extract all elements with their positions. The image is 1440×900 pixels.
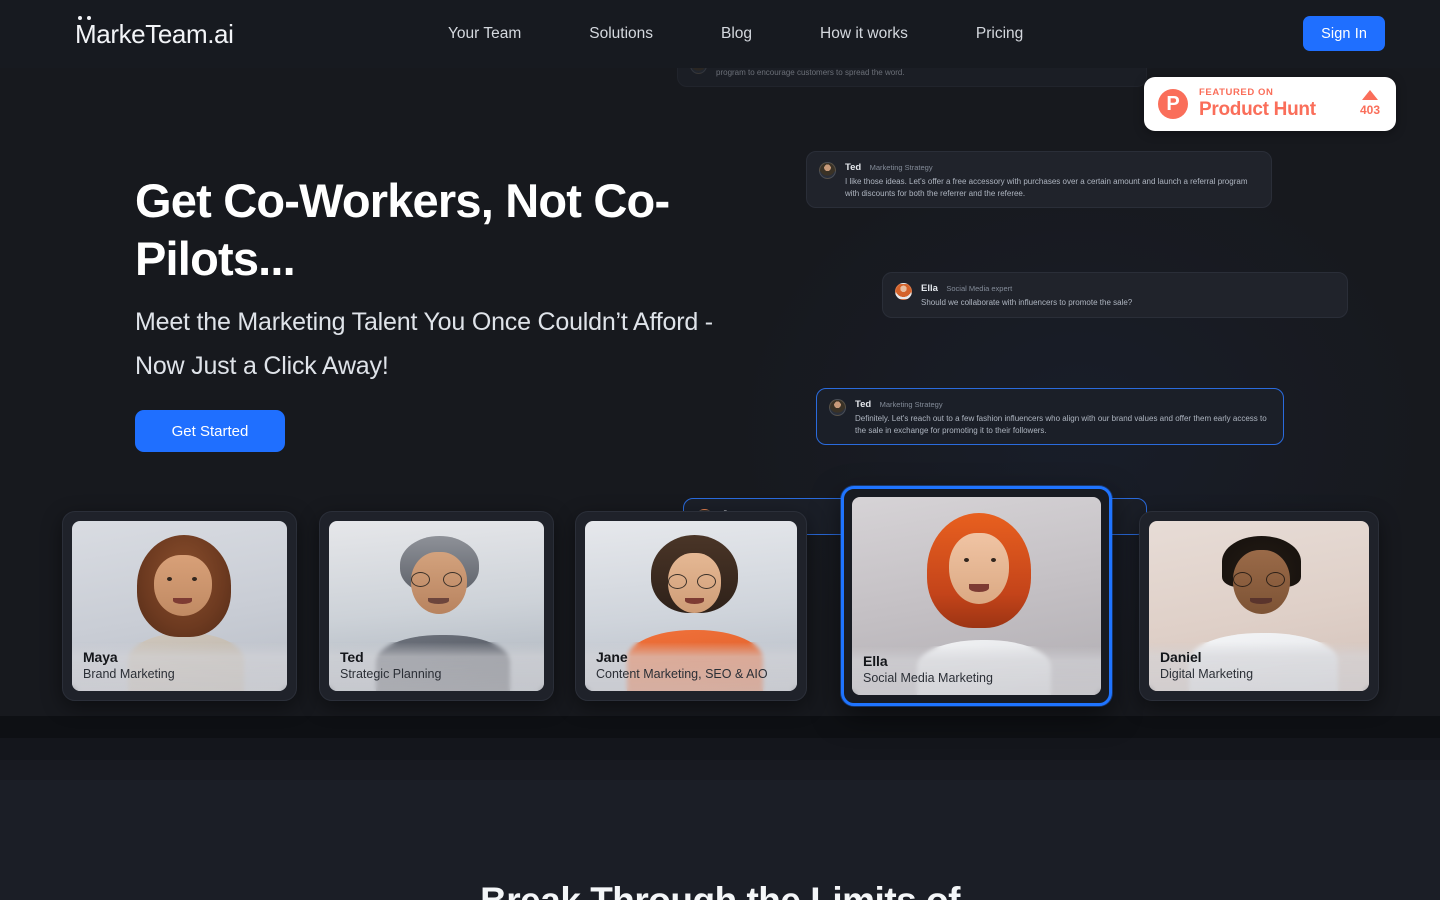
- team-card-ted[interactable]: Ted Strategic Planning: [319, 511, 554, 701]
- team-member-name: Daniel: [1160, 649, 1202, 665]
- landing-page: MarkeTeam.ai Your Team Solutions Blog Ho…: [0, 0, 1440, 900]
- team-card-label: Ella Social Media Marketing: [852, 646, 1101, 695]
- avatar: [895, 283, 912, 300]
- nav-item-pricing[interactable]: Pricing: [942, 17, 1057, 51]
- nav-item-how-it-works[interactable]: How it works: [786, 17, 942, 51]
- hero-title: Get Co-Workers, Not Co-Pilots...: [135, 174, 670, 285]
- team-member-role: Digital Marketing: [1160, 667, 1254, 681]
- team-card-label: Jane Content Marketing, SEO & AIO: [585, 642, 797, 691]
- chat-author-role: Marketing Strategy: [879, 400, 943, 409]
- sign-in-button[interactable]: Sign In: [1303, 16, 1385, 51]
- team-card-inner: Daniel Digital Marketing: [1149, 521, 1369, 691]
- team-member-name: Maya: [83, 649, 118, 665]
- team-member-name: Ella: [863, 653, 888, 669]
- chat-bubble-meta: Ella Social Media expert: [921, 281, 1335, 294]
- chat-bubble-ted-ideas: Ted Marketing Strategy I like those idea…: [806, 151, 1272, 208]
- avatar: [829, 399, 846, 416]
- logo-text: MarkeTeam.ai: [75, 19, 234, 49]
- chat-bubble-text: Should we collaborate with influencers t…: [921, 298, 1133, 307]
- logo-people-dots-icon: [78, 16, 98, 24]
- chat-author-role: Marketing Strategy: [869, 163, 933, 172]
- nav-link-your-team[interactable]: Your Team: [448, 17, 521, 51]
- chat-author-role: Social Media expert: [946, 284, 1013, 293]
- team-card-inner: Ted Strategic Planning: [329, 521, 544, 691]
- team-member-role: Brand Marketing: [83, 667, 175, 681]
- site-header: MarkeTeam.ai Your Team Solutions Blog Ho…: [0, 0, 1440, 68]
- section-divider-band-3: [0, 760, 1440, 780]
- product-hunt-upvote-count: 403: [1359, 103, 1380, 117]
- nav-link-solutions[interactable]: Solutions: [589, 17, 653, 51]
- hero-section: Get Co-Workers, Not Co-Pilots... Meet th…: [135, 172, 755, 452]
- team-card-daniel[interactable]: Daniel Digital Marketing: [1139, 511, 1379, 701]
- logo[interactable]: MarkeTeam.ai: [75, 16, 234, 50]
- section-divider-band-1: [0, 716, 1440, 738]
- nav-link-how-it-works[interactable]: How it works: [820, 17, 908, 51]
- section-divider-band-2: [0, 738, 1440, 760]
- limits-section: Break Through the Limits of: [0, 780, 1440, 900]
- team-card-ella-selected[interactable]: Ella Social Media Marketing: [841, 486, 1112, 706]
- product-hunt-icon: P: [1158, 89, 1188, 119]
- chat-author-name: Ella: [921, 283, 938, 294]
- nav-item-solutions[interactable]: Solutions: [555, 17, 687, 51]
- hero-subtitle: Meet the Marketing Talent You Once Could…: [135, 308, 713, 380]
- team-member-role: Content Marketing, SEO & AIO: [596, 667, 768, 681]
- chat-bubble-meta: Ted Marketing Strategy: [855, 397, 1271, 410]
- chat-author-name: Ted: [845, 162, 862, 173]
- main-nav: Your Team Solutions Blog How it works Pr…: [448, 0, 1057, 68]
- upvote-triangle-icon: [1361, 90, 1378, 100]
- team-card-label: Daniel Digital Marketing: [1149, 642, 1369, 691]
- team-card-inner: Maya Brand Marketing: [72, 521, 287, 691]
- limits-section-heading: Break Through the Limits of: [0, 880, 1440, 900]
- chat-bubble-text: Definitely. Let's reach out to a few fas…: [855, 414, 1267, 435]
- avatar: [819, 162, 836, 179]
- team-card-inner: Jane Content Marketing, SEO & AIO: [585, 521, 797, 691]
- team-card-label: Maya Brand Marketing: [72, 642, 287, 691]
- team-card-label: Ted Strategic Planning: [329, 642, 544, 691]
- chat-author-name: Ted: [855, 399, 872, 410]
- product-hunt-text: FEATURED ON Product Hunt: [1199, 87, 1349, 121]
- team-card-jane[interactable]: Jane Content Marketing, SEO & AIO: [575, 511, 807, 701]
- nav-link-pricing[interactable]: Pricing: [976, 17, 1023, 51]
- team-member-role: Social Media Marketing: [863, 671, 993, 685]
- chat-bubble-ted-outreach: Ted Marketing Strategy Definitely. Let's…: [816, 388, 1284, 445]
- product-hunt-featured-label: FEATURED ON: [1199, 87, 1274, 98]
- nav-item-your-team[interactable]: Your Team: [448, 17, 555, 51]
- chat-bubble-ella-influencers: Ella Social Media expert Should we colla…: [882, 272, 1348, 318]
- nav-item-blog[interactable]: Blog: [687, 17, 786, 51]
- team-card-carousel: Maya Brand Marketing Ted Strategic Plann…: [0, 486, 1440, 716]
- product-hunt-upvote[interactable]: 403: [1360, 90, 1382, 118]
- chat-bubble-meta: Ted Marketing Strategy: [845, 160, 1259, 173]
- product-hunt-badge[interactable]: P FEATURED ON Product Hunt 403: [1144, 77, 1396, 131]
- get-started-button[interactable]: Get Started: [135, 410, 285, 452]
- chat-bubble-text: I like those ideas. Let's offer a free a…: [845, 177, 1248, 198]
- product-hunt-name: Product Hunt: [1199, 99, 1316, 120]
- team-member-name: Ted: [340, 649, 364, 665]
- team-member-name: Jane: [596, 649, 628, 665]
- team-card-maya[interactable]: Maya Brand Marketing: [62, 511, 297, 701]
- team-card-inner: Ella Social Media Marketing: [852, 497, 1101, 695]
- nav-link-blog[interactable]: Blog: [721, 17, 752, 51]
- team-member-role: Strategic Planning: [340, 667, 442, 681]
